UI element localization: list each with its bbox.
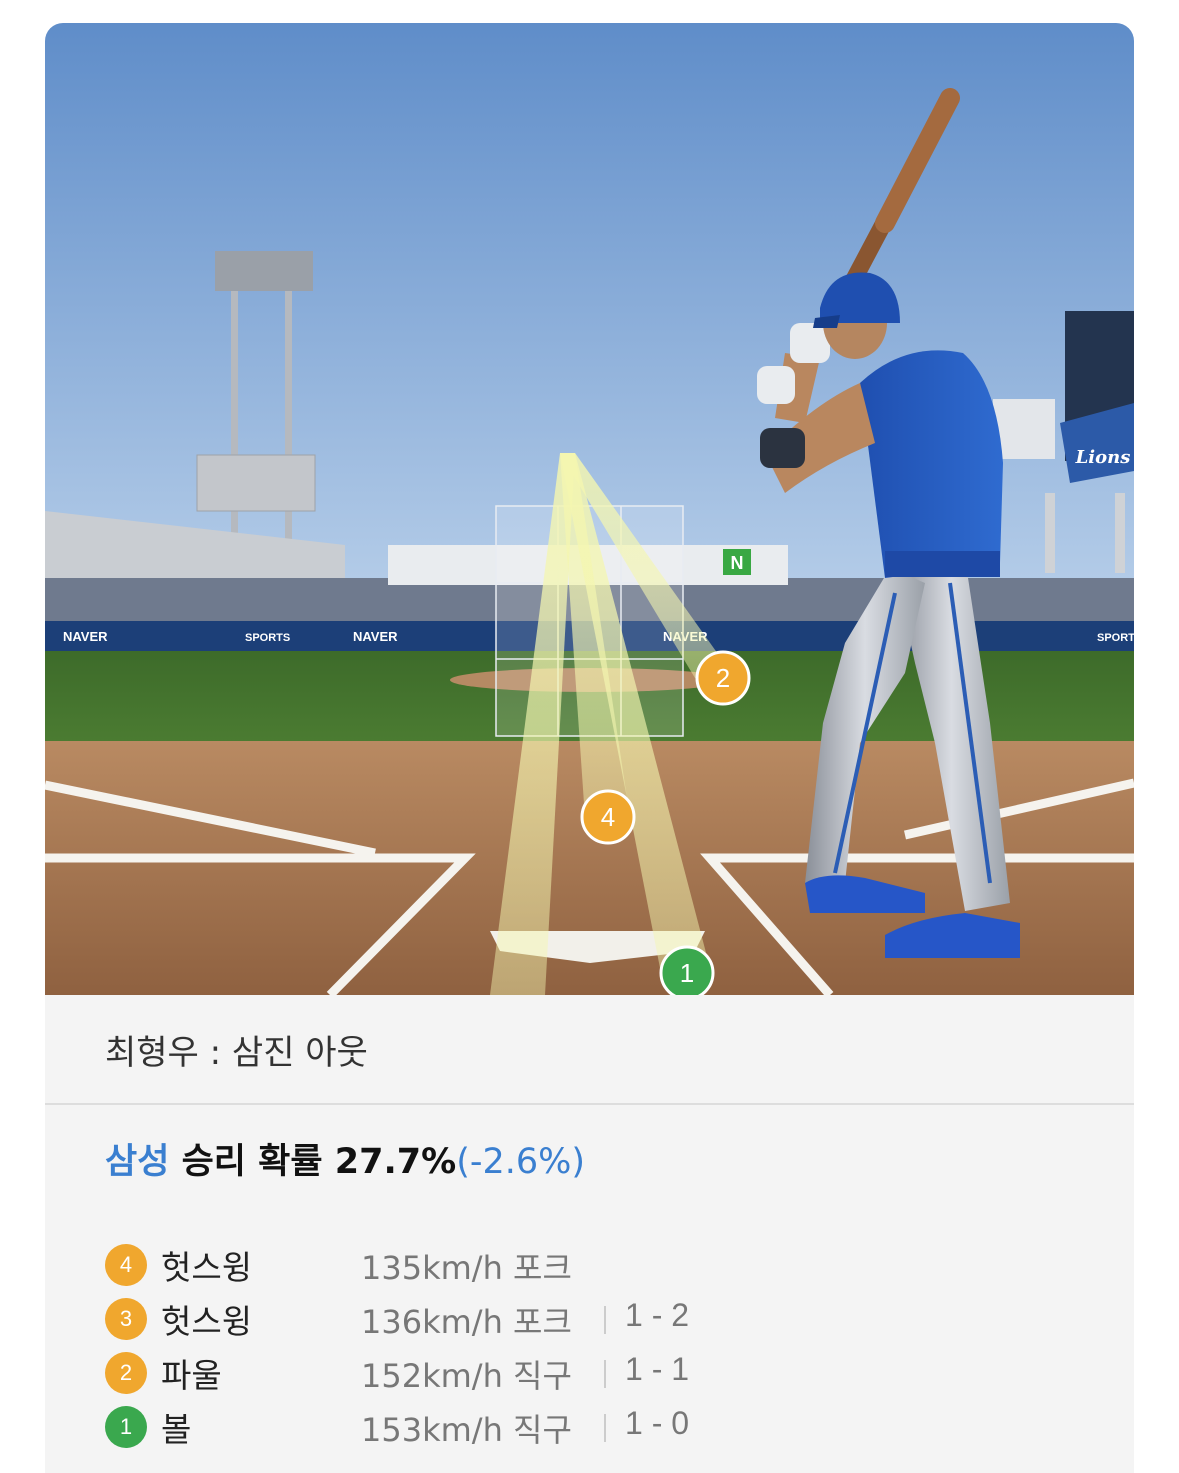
pitch-number-badge: 4 bbox=[105, 1244, 147, 1286]
pitch-marker-2-label: 2 bbox=[716, 663, 730, 693]
ball-strike-count: 1 - 0 bbox=[625, 1405, 690, 1441]
play-caption: 최형우 : 삼진 아웃 bbox=[45, 995, 1134, 1105]
pitch-marker-4-label: 4 bbox=[601, 802, 615, 832]
win-prob-label: 승리 확률 bbox=[181, 1142, 323, 1182]
pitch-result: 파울 bbox=[161, 1356, 222, 1395]
ad-n-text: N bbox=[731, 553, 744, 573]
pitch-speed: 135km/h bbox=[361, 1249, 503, 1287]
lions-logo-text: Lions bbox=[1075, 447, 1131, 468]
pitch-speed-type: 152km/h 직구 bbox=[361, 1351, 572, 1397]
stadium-illustration: N Lions NAVER NAVER NAVER SPORTS SPORTS bbox=[45, 23, 1134, 995]
ad-sports-2: SPORTS bbox=[1097, 632, 1134, 644]
pitch-row: 3 헛스윙 136km/h 포크 1 - 2 bbox=[105, 1292, 1105, 1346]
ad-sports-1: SPORTS bbox=[245, 632, 290, 644]
play-card: N Lions NAVER NAVER NAVER SPORTS SPORTS bbox=[45, 23, 1134, 1473]
pitch-type: 포크 bbox=[513, 1303, 572, 1341]
pitch-result: 볼 bbox=[161, 1410, 192, 1449]
count-divider bbox=[604, 1360, 606, 1388]
pitch-marker-1-label: 1 bbox=[680, 958, 694, 988]
win-prob-delta: (-2.6%) bbox=[456, 1142, 586, 1182]
win-prob-team: 삼성 bbox=[105, 1142, 170, 1182]
pitch-row: 1 볼 153km/h 직구 1 - 0 bbox=[105, 1400, 1105, 1454]
pitch-row: 4 헛스윙 135km/h 포크 bbox=[105, 1238, 1105, 1292]
pitch-type: 직구 bbox=[513, 1411, 572, 1449]
pitch-speed-type: 153km/h 직구 bbox=[361, 1405, 572, 1451]
pitch-result: 헛스윙 bbox=[161, 1248, 253, 1287]
pitch-list: 4 헛스윙 135km/h 포크 3 헛스윙 136km/h 포크 1 - 2 … bbox=[105, 1238, 1105, 1454]
ball-strike-count: 1 - 2 bbox=[625, 1297, 690, 1333]
ad-naver-2: NAVER bbox=[353, 629, 398, 644]
pitch-speed: 136km/h bbox=[361, 1303, 503, 1341]
win-prob-value: 27.7% bbox=[334, 1142, 457, 1182]
ball-strike-count: 1 - 1 bbox=[625, 1351, 690, 1387]
pitch-number-badge: 2 bbox=[105, 1352, 147, 1394]
pitch-speed-type: 135km/h 포크 bbox=[361, 1243, 572, 1289]
play-result-text: 최형우 : 삼진 아웃 bbox=[105, 1033, 368, 1073]
pitch-scene: N Lions NAVER NAVER NAVER SPORTS SPORTS bbox=[45, 23, 1134, 995]
pitch-row: 2 파울 152km/h 직구 1 - 1 bbox=[105, 1346, 1105, 1400]
pitch-result: 헛스윙 bbox=[161, 1302, 253, 1341]
pitch-speed-type: 136km/h 포크 bbox=[361, 1297, 572, 1343]
pitch-type: 직구 bbox=[513, 1357, 572, 1395]
pitch-type: 포크 bbox=[513, 1249, 572, 1287]
count-divider bbox=[604, 1414, 606, 1442]
ad-naver-1: NAVER bbox=[63, 629, 108, 644]
pitch-speed: 153km/h bbox=[361, 1411, 503, 1449]
pitch-number-badge: 3 bbox=[105, 1298, 147, 1340]
win-probability: 삼성 승리 확률 27.7%(-2.6%) bbox=[105, 1133, 585, 1184]
pitch-speed: 152km/h bbox=[361, 1357, 503, 1395]
pitch-number-badge: 1 bbox=[105, 1406, 147, 1448]
count-divider bbox=[604, 1306, 606, 1334]
